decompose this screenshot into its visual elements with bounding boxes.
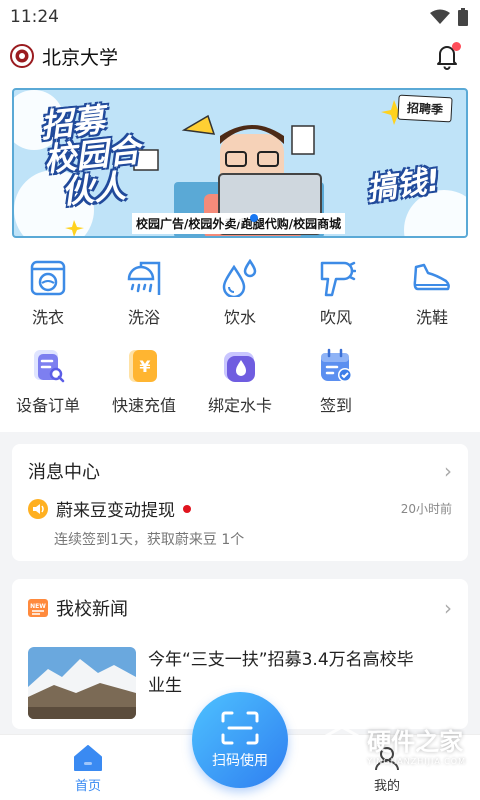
shoe-icon	[412, 258, 452, 298]
service-label: 绑定水卡	[207, 396, 272, 415]
pagination-dot[interactable]	[236, 214, 244, 222]
service-laundry[interactable]: 洗衣	[0, 258, 96, 328]
shower-icon	[124, 258, 164, 298]
notification-button[interactable]	[432, 41, 462, 71]
watermark-text-wrap: 硬件之家 YINGJIANZHIJIA.COM	[367, 722, 466, 766]
washing-machine-icon	[28, 258, 68, 298]
service-label: 签到	[319, 396, 352, 415]
status-icons	[430, 8, 468, 26]
unread-dot	[183, 504, 191, 513]
notification-dot	[452, 42, 461, 51]
new-badge-icon: NEW	[28, 599, 48, 617]
svg-text:¥: ¥	[139, 357, 150, 376]
service-hair-dryer[interactable]: 吹风	[288, 258, 384, 328]
watermark-text: 硬件之家	[367, 728, 464, 756]
service-bind-water-card[interactable]: 绑定水卡	[192, 346, 288, 416]
school-selector[interactable]: 北京大学	[10, 43, 118, 70]
school-name: 北京大学	[42, 46, 119, 69]
service-label: 洗浴	[127, 308, 160, 327]
promo-banner[interactable]: 招募 校园合 伙人 搞钱! 招聘季 校园广告/校园外卖/跑腿代购/校园商城	[12, 88, 468, 238]
speaker-icon	[28, 498, 48, 519]
school-logo-icon	[10, 44, 34, 68]
svg-text:NEW: NEW	[30, 603, 46, 610]
message-item[interactable]: 蔚来豆变动提现 20小时前	[28, 496, 452, 521]
status-time: 11:24	[10, 7, 59, 27]
calendar-check-icon	[316, 346, 356, 386]
scan-icon	[221, 711, 259, 745]
pagination-dot-active[interactable]	[250, 214, 258, 222]
banner-badge: 招聘季	[397, 94, 453, 123]
top-bar: 北京大学	[0, 34, 480, 78]
chevron-right-icon[interactable]: ›	[444, 596, 452, 620]
message-center-card[interactable]: 消息中心 › 蔚来豆变动提现 20小时前 连续签到1天，获取蔚来豆 1个	[12, 444, 468, 561]
services-grid: 洗衣 洗浴 饮水 吹风 洗鞋 设备订单 ¥ 快速充值 绑定水卡 签到	[0, 244, 480, 432]
banner-pagination	[222, 214, 258, 222]
banner-section: 招募 校园合 伙人 搞钱! 招聘季 校园广告/校园外卖/跑腿代购/校园商城	[0, 78, 480, 244]
message-subtitle: 连续签到1天，获取蔚来豆 1个	[54, 532, 245, 548]
message-center-title: 消息中心	[28, 462, 100, 483]
service-shower[interactable]: 洗浴	[96, 258, 192, 328]
home-icon	[74, 745, 102, 771]
service-drinking-water[interactable]: 饮水	[192, 258, 288, 328]
news-title: 我校新闻	[56, 599, 128, 620]
status-bar: 11:24	[0, 0, 480, 34]
battery-icon	[458, 8, 468, 26]
tab-mine-label: 我的	[374, 779, 401, 794]
water-drop-icon	[220, 258, 260, 298]
service-label: 洗衣	[31, 308, 64, 327]
news-header: NEW 我校新闻 ›	[28, 595, 452, 621]
banner-title: 招募 校园合 伙人	[38, 100, 142, 212]
message-item-title: 蔚来豆变动提现	[56, 501, 175, 521]
chevron-right-icon[interactable]: ›	[444, 459, 452, 483]
news-thumbnail	[28, 647, 136, 719]
watermark-sub: YINGJIANZHIJIA.COM	[367, 757, 466, 766]
scan-button-label: 扫码使用	[212, 753, 268, 769]
news-title-wrap: NEW 我校新闻	[28, 595, 128, 621]
service-device-orders[interactable]: 设备订单	[0, 346, 96, 416]
recharge-icon: ¥	[124, 346, 164, 386]
message-item-left: 蔚来豆变动提现	[28, 496, 191, 521]
service-label: 吹风	[319, 308, 352, 327]
hair-dryer-icon	[316, 258, 356, 298]
scan-button[interactable]: 扫码使用	[192, 692, 288, 788]
service-quick-recharge[interactable]: ¥ 快速充值	[96, 346, 192, 416]
pagination-dot[interactable]	[222, 214, 230, 222]
tab-home[interactable]: 首页	[74, 745, 102, 794]
order-icon	[28, 346, 68, 386]
water-card-icon	[220, 346, 260, 386]
service-check-in[interactable]: 签到	[288, 346, 384, 416]
message-time: 20小时前	[400, 502, 452, 516]
service-shoe-wash[interactable]: 洗鞋	[384, 258, 480, 328]
service-label: 设备订单	[15, 396, 80, 415]
service-label: 饮水	[223, 308, 256, 327]
service-label: 洗鞋	[415, 308, 448, 327]
watermark: 硬件之家 YINGJIANZHIJIA.COM	[325, 722, 466, 766]
message-center-header: 消息中心 ›	[28, 458, 452, 484]
news-headline: 今年“三支一扶”招募3.4万名高校毕 业生	[148, 650, 414, 696]
watermark-logo-icon	[325, 726, 360, 762]
wifi-icon	[430, 9, 450, 24]
service-label: 快速充值	[111, 396, 176, 415]
tab-home-label: 首页	[74, 779, 101, 794]
